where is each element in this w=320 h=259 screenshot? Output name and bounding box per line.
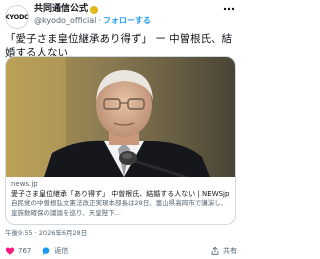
separator: · xyxy=(98,16,101,25)
author-block: 共同通信公式 @kyodo_official · フォローする xyxy=(34,4,222,26)
author-handle[interactable]: @kyodo_official xyxy=(34,15,96,26)
verified-badge-icon xyxy=(90,5,99,14)
avatar-logo-text: KYODO xyxy=(5,13,29,21)
follow-button[interactable]: フォローする xyxy=(103,15,151,26)
reply-button[interactable]: 返信 xyxy=(41,246,68,256)
tweet-timestamp[interactable]: 午後9:55 · 2026年6月28日 xyxy=(5,227,87,237)
share-label: 共有 xyxy=(223,247,237,255)
author-name[interactable]: 共同通信公式 xyxy=(34,4,88,15)
card-domain: news.jp xyxy=(11,180,38,188)
card-title[interactable]: 愛子さま皇位継承「あり得ず」 中曽根氏、結婚する人ない | NEWSjp xyxy=(11,189,231,199)
like-count: 767 xyxy=(18,247,32,255)
card-description: 自民党の中曽根弘文憲法改正実現本部長は28日、富山県高岡市で講演し、皇族数確保の… xyxy=(11,199,228,217)
more-icon[interactable] xyxy=(222,2,236,16)
like-button[interactable]: 767 xyxy=(5,246,31,256)
heart-icon xyxy=(5,247,15,255)
reply-icon xyxy=(43,247,50,255)
avatar[interactable]: KYODO xyxy=(5,5,29,29)
share-button[interactable]: 共有 xyxy=(210,246,237,256)
reply-label: 返信 xyxy=(54,247,69,255)
share-icon xyxy=(211,246,219,255)
link-card[interactable]: news.jp 愛子さま皇位継承「あり得ず」 中曽根氏、結婚する人ない | NE… xyxy=(5,56,236,225)
action-bar: 767 返信 共有 xyxy=(5,245,237,257)
card-image xyxy=(6,57,235,177)
card-body: news.jp 愛子さま皇位継承「あり得ず」 中曽根氏、結婚する人ない | NE… xyxy=(11,179,231,218)
